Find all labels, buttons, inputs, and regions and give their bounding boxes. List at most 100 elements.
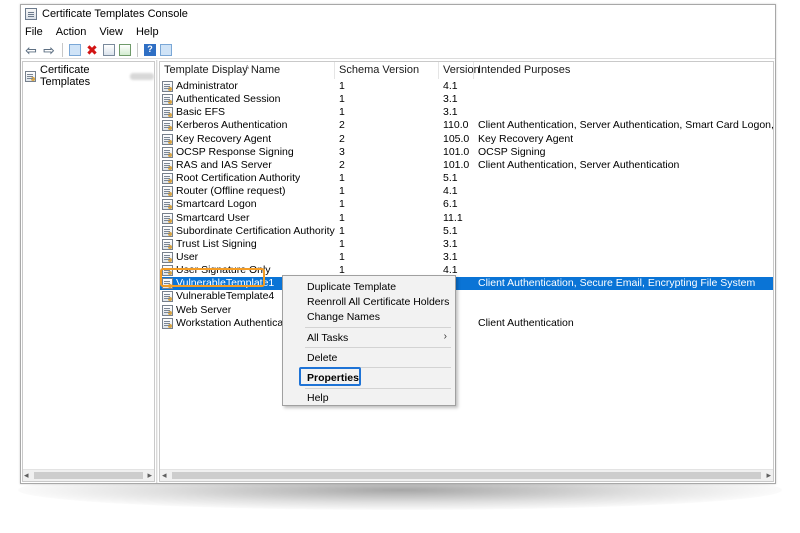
sort-ascending-icon: ˄: [245, 63, 250, 72]
template-version: 101.0: [443, 158, 470, 171]
scrollbar-thumb[interactable]: [172, 472, 761, 479]
template-name-cell: Administrator: [162, 80, 238, 93]
template-version: 3.1: [443, 106, 458, 119]
template-row[interactable]: User Signature Only 1 4.1: [160, 264, 773, 277]
column-header-schema[interactable]: Schema Version: [335, 62, 439, 79]
tree-item-certificate-templates[interactable]: Certificate Templates: [25, 64, 154, 88]
scrollbar-thumb[interactable]: [34, 472, 143, 479]
template-row[interactable]: Smartcard Logon 1 6.1: [160, 198, 773, 211]
template-row[interactable]: Authenticated Session 1 3.1: [160, 93, 773, 106]
scroll-right-arrow-icon[interactable]: ▸: [147, 470, 152, 481]
template-row[interactable]: Key Recovery Agent 2 105.0 Key Recovery Age…: [160, 133, 773, 146]
menu-action[interactable]: Action: [56, 26, 87, 38]
template-schema-version: 1: [339, 80, 345, 92]
properties-highlight: [299, 367, 361, 386]
scroll-left-arrow-icon[interactable]: ◂: [24, 470, 29, 481]
column-header-name[interactable]: Template Display Name ˄: [160, 62, 335, 79]
delete-icon[interactable]: ✖: [85, 43, 99, 57]
menu-separator: [305, 388, 451, 389]
export-icon[interactable]: [119, 43, 131, 56]
template-row[interactable]: Administrator 1 4.1: [160, 80, 773, 93]
menu-item-delete[interactable]: Delete: [307, 351, 337, 365]
scroll-right-arrow-icon[interactable]: ▸: [766, 470, 771, 481]
template-row[interactable]: Workstation Authentication0Client Authen…: [160, 317, 773, 330]
template-name-cell: Authenticated Session: [162, 93, 281, 106]
template-name-cell: Key Recovery Agent: [162, 133, 271, 146]
template-row[interactable]: Router (Offline request) 1 4.1: [160, 185, 773, 198]
template-schema-version: 1: [339, 185, 345, 198]
properties-icon[interactable]: [103, 43, 115, 56]
template-version: 105.0: [443, 132, 470, 145]
certificate-template-icon: [162, 225, 173, 237]
certificate-template-icon: [162, 199, 173, 211]
template-version: 3.1: [443, 93, 458, 106]
template-name-cell: Trust List Signing: [162, 238, 257, 251]
template-version: 6.1: [443, 198, 458, 211]
template-name-cell: Router (Offline request): [162, 185, 286, 198]
menu-help[interactable]: Help: [136, 26, 159, 38]
template-name: VulnerableTemplate4: [176, 290, 275, 303]
menu-item-duplicate-template[interactable]: Duplicate Template: [307, 280, 396, 294]
pane-splitter[interactable]: [156, 60, 158, 483]
template-row[interactable]: VulnerableTemplate10Client Authenticatio…: [160, 277, 773, 291]
column-header-purposes[interactable]: Intended Purposes: [474, 62, 773, 79]
menu-item-help[interactable]: Help: [307, 391, 329, 405]
title-bar: Certificate Templates Console: [21, 5, 775, 23]
template-schema-version: 1: [339, 93, 345, 106]
menu-item-reenroll-all[interactable]: Reenroll All Certificate Holders: [307, 295, 449, 309]
template-name: Trust List Signing: [176, 237, 257, 250]
template-row[interactable]: VulnerableTemplate45: [160, 290, 773, 303]
template-row[interactable]: Root Certification Authority 1 5.1: [160, 172, 773, 185]
template-name-cell: RAS and IAS Server: [162, 159, 272, 172]
template-name: Root Certification Authority: [176, 172, 301, 185]
help-icon[interactable]: ?: [144, 43, 156, 56]
template-name: VulnerableTemplate1: [176, 277, 275, 290]
template-row[interactable]: Kerberos Authentication 2 110.0 Client Auth…: [160, 119, 773, 132]
tree-horizontal-scrollbar[interactable]: ◂ ▸: [23, 469, 154, 481]
console-tree-pane: Certificate Templates ◂ ▸: [22, 61, 155, 482]
template-row[interactable]: User 1 3.1: [160, 251, 773, 264]
toolbar-separator: [62, 42, 63, 57]
redacted-hostname: [130, 72, 154, 80]
template-row[interactable]: OCSP Response Signing 3 101.0 OCSP Signing: [160, 146, 773, 159]
context-menu: Duplicate Template Reenroll All Certific…: [282, 275, 456, 406]
template-row[interactable]: RAS and IAS Server 2 101.0 Client Authentic…: [160, 159, 773, 172]
template-name-cell: Root Certification Authority: [162, 172, 300, 185]
back-arrow-icon[interactable]: ⇦: [24, 43, 38, 57]
template-schema-version: 2: [339, 132, 345, 145]
forward-arrow-icon[interactable]: ⇨: [42, 43, 56, 57]
template-name: Basic EFS: [176, 106, 226, 119]
template-row[interactable]: Basic EFS 1 3.1: [160, 106, 773, 119]
scroll-left-arrow-icon[interactable]: ◂: [162, 470, 167, 481]
menu-item-all-tasks[interactable]: All Tasks: [307, 331, 348, 345]
menu-item-change-names[interactable]: Change Names: [307, 310, 380, 324]
menu-view[interactable]: View: [99, 26, 123, 38]
menu-separator: [305, 347, 451, 348]
column-header-version[interactable]: Version: [439, 62, 480, 79]
certificate-template-icon: [162, 186, 173, 198]
template-name-cell: Smartcard Logon: [162, 198, 257, 211]
template-name: Authenticated Session: [176, 93, 281, 106]
certificate-template-icon: [162, 173, 173, 185]
list-horizontal-scrollbar[interactable]: ◂ ▸: [160, 469, 773, 481]
template-schema-version: 1: [339, 211, 345, 224]
column-header-name-label: Template Display Name: [164, 64, 281, 76]
template-row[interactable]: Smartcard User 1 11.1: [160, 212, 773, 225]
certificate-template-icon: [162, 212, 173, 224]
template-intended-purposes: Key Recovery Agent: [478, 132, 574, 145]
certificate-template-icon: [162, 251, 173, 263]
template-version: 5.1: [443, 172, 458, 185]
template-intended-purposes: OCSP Signing: [478, 145, 546, 158]
menu-bar: File Action View Help: [21, 23, 775, 41]
menu-file[interactable]: File: [25, 26, 43, 38]
certificate-template-icon: [162, 146, 173, 158]
certificate-templates-icon: [25, 70, 36, 82]
certificate-template-icon: [162, 107, 173, 119]
template-name-cell: OCSP Response Signing: [162, 146, 294, 159]
template-name: Key Recovery Agent: [176, 132, 272, 145]
template-row[interactable]: Trust List Signing 1 3.1: [160, 238, 773, 251]
template-row[interactable]: Subordinate Certification Authority 1 5.1: [160, 225, 773, 238]
console-tree-icon[interactable]: [69, 43, 81, 56]
show-hide-icon[interactable]: [160, 43, 172, 56]
template-row[interactable]: Web Server: [160, 304, 773, 317]
